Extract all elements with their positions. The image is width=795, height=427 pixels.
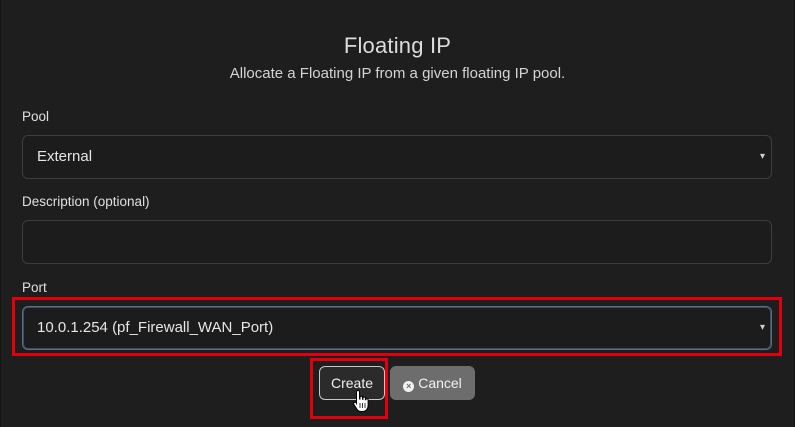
hand-pointer-icon	[353, 389, 369, 412]
pool-select[interactable]: External ▾	[22, 135, 772, 179]
chevron-down-icon: ▾	[759, 322, 765, 333]
description-label: Description (optional)	[22, 194, 150, 209]
dialog-subtitle: Allocate a Floating IP from a given floa…	[229, 65, 566, 82]
pool-selected-value: External	[37, 148, 93, 165]
port-label: Port	[22, 280, 47, 295]
dialog-title: Floating IP	[343, 33, 452, 58]
cancel-button[interactable]: × Cancel	[390, 366, 475, 400]
close-circle-icon: ×	[403, 381, 415, 392]
port-select[interactable]: 10.0.1.254 (pf_Firewall_WAN_Port) ▾	[22, 306, 772, 350]
chevron-down-icon: ▾	[759, 151, 765, 162]
port-selected-value: 10.0.1.254 (pf_Firewall_WAN_Port)	[37, 319, 274, 336]
floating-ip-dialog: Floating IP Allocate a Floating IP from …	[0, 0, 795, 427]
cancel-label: Cancel	[418, 375, 462, 391]
pool-label: Pool	[22, 109, 50, 124]
description-input[interactable]	[22, 220, 772, 264]
